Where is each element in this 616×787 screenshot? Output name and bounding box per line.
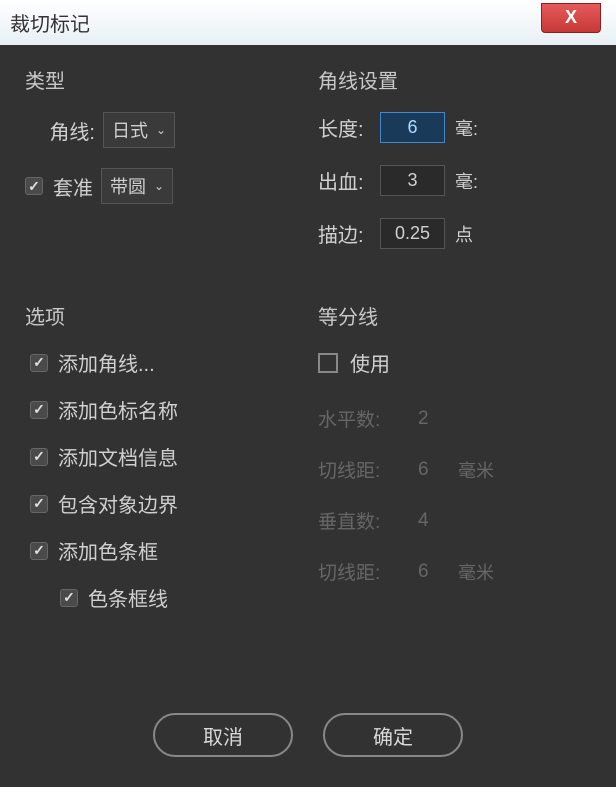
option-label-4: 添加色条框 bbox=[58, 536, 158, 565]
divider-label-0: 水平数: bbox=[318, 405, 398, 432]
option-sub-row: 色条框线 bbox=[25, 583, 298, 612]
divider-use-label: 使用 bbox=[350, 348, 390, 377]
length-unit: 毫: bbox=[455, 115, 478, 141]
register-row: 套准 带圆 ⌄ bbox=[25, 168, 298, 204]
option-row-0: 添加角线... bbox=[25, 348, 298, 377]
chevron-down-icon: ⌄ bbox=[156, 123, 166, 137]
length-input[interactable]: 6 bbox=[380, 112, 445, 143]
options-group-label: 选项 bbox=[25, 301, 298, 330]
corner-settings-label: 角线设置 bbox=[318, 65, 591, 94]
divider-group: 等分线 使用 水平数: 2 切线距: 6 毫米 垂直数: 4 bbox=[318, 301, 591, 693]
close-button[interactable]: X bbox=[541, 3, 601, 33]
stroke-unit: 点 bbox=[455, 221, 473, 247]
dialog-content: 类型 角线: 日式 ⌄ 套准 带圆 ⌄ bbox=[0, 45, 616, 787]
stroke-input[interactable]: 0.25 bbox=[380, 218, 445, 249]
option-row-3: 包含对象边界 bbox=[25, 489, 298, 518]
option-checkbox-0[interactable] bbox=[30, 354, 48, 372]
option-checkbox-1[interactable] bbox=[30, 401, 48, 419]
top-section: 类型 角线: 日式 ⌄ 套准 带圆 ⌄ bbox=[25, 65, 591, 271]
divider-use-checkbox[interactable] bbox=[318, 353, 338, 373]
option-row-4: 添加色条框 bbox=[25, 536, 298, 565]
option-checkbox-4[interactable] bbox=[30, 542, 48, 560]
divider-unit-1: 毫米 bbox=[458, 457, 494, 483]
option-sub-label: 色条框线 bbox=[88, 583, 168, 612]
register-checkbox[interactable] bbox=[25, 177, 43, 195]
bleed-input[interactable]: 3 bbox=[380, 165, 445, 196]
divider-row-2: 垂直数: 4 bbox=[318, 507, 591, 534]
divider-label-1: 切线距: bbox=[318, 456, 398, 483]
bleed-label: 出血: bbox=[318, 166, 380, 195]
option-checkbox-2[interactable] bbox=[30, 448, 48, 466]
divider-value-2: 4 bbox=[418, 510, 448, 532]
divider-label-3: 切线距: bbox=[318, 558, 398, 585]
divider-use-row: 使用 bbox=[318, 348, 591, 377]
length-row: 长度: 6 毫: bbox=[318, 112, 591, 143]
option-label-1: 添加色标名称 bbox=[58, 395, 178, 424]
divider-row-1: 切线距: 6 毫米 bbox=[318, 456, 591, 483]
bleed-row: 出血: 3 毫: bbox=[318, 165, 591, 196]
bleed-unit: 毫: bbox=[455, 168, 478, 194]
stroke-label: 描边: bbox=[318, 219, 380, 248]
divider-row-3: 切线距: 6 毫米 bbox=[318, 558, 591, 585]
ok-button[interactable]: 确定 bbox=[323, 713, 463, 757]
ok-button-label: 确定 bbox=[373, 721, 413, 750]
corner-select[interactable]: 日式 ⌄ bbox=[103, 112, 175, 148]
register-label: 套准 bbox=[53, 172, 93, 201]
type-group: 类型 角线: 日式 ⌄ 套准 带圆 ⌄ bbox=[25, 65, 298, 271]
close-icon: X bbox=[565, 7, 577, 28]
divider-value-3: 6 bbox=[418, 561, 448, 583]
register-select-value: 带圆 bbox=[110, 173, 146, 199]
option-sub-checkbox[interactable] bbox=[60, 589, 78, 607]
divider-group-label: 等分线 bbox=[318, 301, 591, 330]
corner-label: 角线: bbox=[25, 116, 95, 145]
option-row-2: 添加文档信息 bbox=[25, 442, 298, 471]
register-select[interactable]: 带圆 ⌄ bbox=[101, 168, 173, 204]
stroke-row: 描边: 0.25 点 bbox=[318, 218, 591, 249]
footer-buttons: 取消 确定 bbox=[25, 713, 591, 767]
window-title: 裁切标记 bbox=[10, 8, 90, 37]
corner-settings-group: 角线设置 长度: 6 毫: 出血: 3 毫: 描边: 0.25 点 bbox=[318, 65, 591, 271]
cancel-button[interactable]: 取消 bbox=[153, 713, 293, 757]
option-row-1: 添加色标名称 bbox=[25, 395, 298, 424]
divider-unit-3: 毫米 bbox=[458, 559, 494, 585]
divider-value-0: 2 bbox=[418, 408, 448, 430]
dialog-window: 裁切标记 X 类型 角线: 日式 ⌄ 套准 bbox=[0, 0, 616, 787]
corner-select-value: 日式 bbox=[112, 117, 148, 143]
type-group-label: 类型 bbox=[25, 65, 298, 94]
divider-value-1: 6 bbox=[418, 459, 448, 481]
chevron-down-icon: ⌄ bbox=[154, 179, 164, 193]
titlebar: 裁切标记 X bbox=[0, 0, 616, 45]
option-label-0: 添加角线... bbox=[58, 348, 155, 377]
cancel-button-label: 取消 bbox=[203, 721, 243, 750]
option-label-2: 添加文档信息 bbox=[58, 442, 178, 471]
mid-section: 选项 添加角线... 添加色标名称 添加文档信息 包含对象边界 bbox=[25, 301, 591, 693]
divider-label-2: 垂直数: bbox=[318, 507, 398, 534]
length-label: 长度: bbox=[318, 113, 380, 142]
options-group: 选项 添加角线... 添加色标名称 添加文档信息 包含对象边界 bbox=[25, 301, 298, 693]
corner-row: 角线: 日式 ⌄ bbox=[25, 112, 298, 148]
divider-row-0: 水平数: 2 bbox=[318, 405, 591, 432]
option-label-3: 包含对象边界 bbox=[58, 489, 178, 518]
option-checkbox-3[interactable] bbox=[30, 495, 48, 513]
